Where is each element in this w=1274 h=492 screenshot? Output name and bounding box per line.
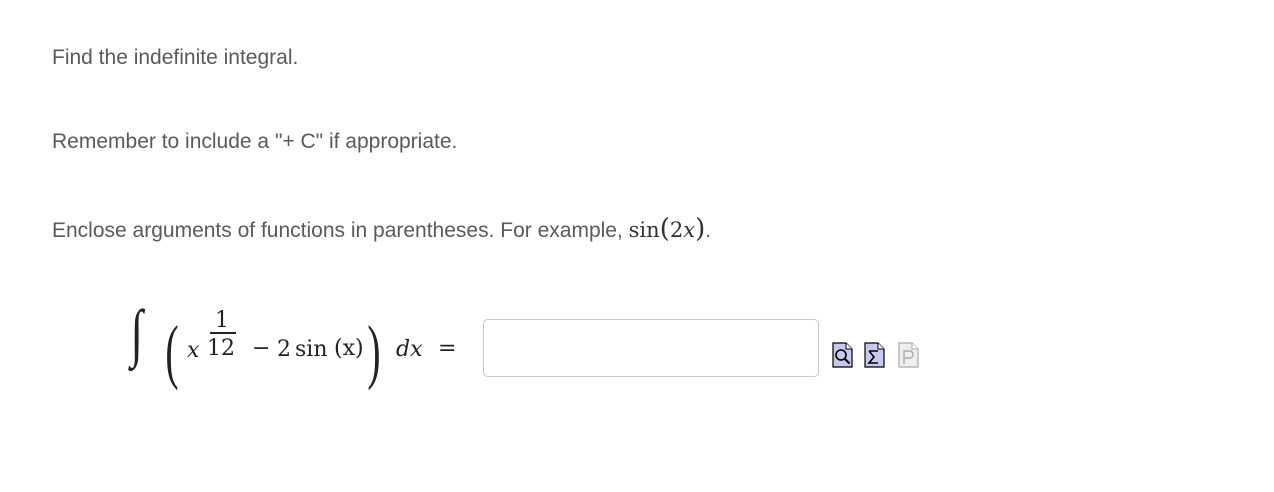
preview-icon[interactable]: [832, 334, 854, 368]
fraction-bar: [210, 332, 236, 334]
equation-editor-icon[interactable]: [864, 334, 886, 368]
minus-sign: −: [252, 336, 271, 361]
integral-sign: ∫: [130, 297, 143, 368]
instruction-text: Enclose arguments of functions in parent…: [52, 219, 623, 242]
instruction-plus-c: Remember to include a "+ C" if appropria…: [52, 130, 458, 153]
instruction-find-integral: Find the indefinite integral.: [52, 46, 299, 69]
example-arg-var: x: [683, 218, 696, 242]
exponent-numerator: 1: [215, 308, 229, 333]
plain-text-icon[interactable]: [898, 334, 920, 368]
function-argument: (x): [334, 336, 364, 361]
coefficient: 2: [277, 337, 291, 362]
example-func: sin: [628, 218, 660, 242]
example-open-paren: (: [659, 214, 670, 244]
instruction-enclose-args: Enclose arguments of functions in parent…: [52, 214, 711, 244]
example-math: sin(2x): [628, 214, 706, 244]
right-paren: ): [367, 311, 381, 391]
equals-sign: =: [438, 336, 457, 361]
differential: dx: [396, 337, 423, 362]
left-paren: (: [165, 311, 179, 391]
term-variable: x: [187, 338, 200, 363]
sin-function: sin: [295, 337, 328, 362]
example-close-paren: ): [695, 214, 706, 244]
integral-expression: ∫ ( x 1 12 − 2 sin (x) ) dx =: [122, 297, 472, 400]
instruction-period: .: [705, 219, 712, 242]
exponent-denominator: 12: [207, 336, 235, 361]
answer-input[interactable]: [483, 319, 819, 377]
example-arg-coef: 2: [669, 218, 684, 242]
